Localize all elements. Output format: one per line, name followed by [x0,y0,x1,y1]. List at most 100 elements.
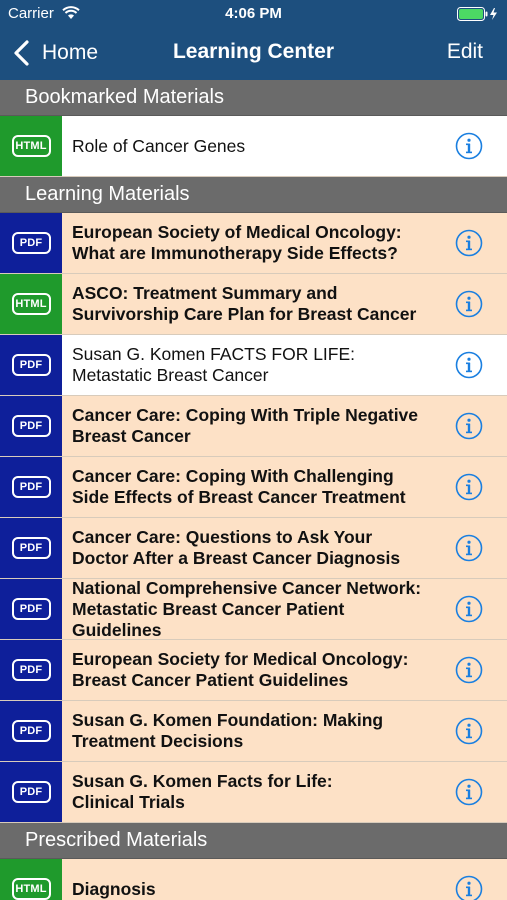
pdf-badge-icon: PDF [11,476,51,498]
material-title-line-2: Metastatic Breast Cancer Patient Guideli… [72,598,345,640]
material-row[interactable]: PDF Susan G. Komen Facts for Life: Clinica… [0,762,507,823]
material-title-line-2: Metastatic Breast Cancer [72,365,269,385]
material-title: Diagnosis [62,859,431,900]
html-badge-icon: HTML [11,878,51,900]
material-row[interactable]: HTML Role of Cancer Genes [0,116,507,177]
material-title-line-2: What are Immunotherapy Side Effects? [72,243,398,263]
material-title-line-2: Breast Cancer Patient Guidelines [72,670,349,690]
file-type-cell: PDF [0,762,62,822]
material-row[interactable]: PDF Susan G. Komen Foundation: Making Trea… [0,701,507,762]
material-title-line-1: National Comprehensive Cancer Network: [72,577,422,598]
status-time: 4:06 PM [225,5,282,22]
section-header: Prescribed Materials [0,823,507,859]
file-type-cell: PDF [0,396,62,456]
file-type-cell: PDF [0,335,62,395]
material-title: ASCO: Treatment Summary and Survivorship … [62,274,431,334]
info-icon [455,229,483,257]
material-row[interactable]: HTML ASCO: Treatment Summary and Survivors… [0,274,507,335]
pdf-badge-icon: PDF [11,659,51,681]
info-icon [455,717,483,745]
page-title: Learning Center [172,40,335,63]
materials-list: Bookmarked Materials HTML Role of Cancer G… [0,80,507,900]
material-title-line-1: Susan G. Komen Facts for Life: [72,771,333,791]
status-bar: Carrier 4:06 PM [0,0,507,28]
info-button[interactable] [431,457,507,517]
material-title: National Comprehensive Cancer Network: Me… [62,577,431,640]
section-header: Learning Materials [0,177,507,213]
info-button[interactable] [431,701,507,761]
info-button[interactable] [431,116,507,176]
info-icon [455,595,483,623]
navigation-bar: Home Learning Center Edit [0,28,507,80]
material-title-line-2: Side Effects of Breast Cancer Treatment [72,487,406,507]
material-title: Susan G. Komen Facts for Life: Clinical T… [62,762,431,822]
material-title-line-1: Cancer Care: Coping With Triple Negative [72,405,419,425]
material-row[interactable]: PDF European Society of Medical Oncology:… [0,213,507,274]
pdf-badge-icon: PDF [11,781,51,803]
pdf-badge-icon: PDF [11,415,51,437]
info-button[interactable] [431,762,507,822]
material-title-line-1: European Society of Medical Oncology: [72,222,402,242]
material-row[interactable]: PDF European Society for Medical Oncology… [0,640,507,701]
edit-button[interactable]: Edit [447,40,483,64]
file-type-cell: HTML [0,116,62,176]
material-title-line-1: Diagnosis [72,878,156,899]
material-title: Cancer Care: Coping With Triple Negative… [62,396,431,456]
material-row[interactable]: PDF Cancer Care: Questions to Ask Your Doc… [0,518,507,579]
file-type-cell: PDF [0,457,62,517]
info-button[interactable] [431,396,507,456]
material-row[interactable]: PDF Cancer Care: Coping With Challenging S… [0,457,507,518]
file-type-cell: PDF [0,518,62,578]
file-type-cell: HTML [0,274,62,334]
file-type-cell: HTML [0,859,62,900]
file-type-cell: PDF [0,701,62,761]
pdf-badge-icon: PDF [11,354,51,376]
info-icon [455,473,483,501]
info-button[interactable] [431,640,507,700]
html-badge-icon: HTML [11,293,51,315]
material-title: Role of Cancer Genes [62,116,431,176]
material-row[interactable]: PDF Cancer Care: Coping With Triple Negat… [0,396,507,457]
info-icon [455,875,483,900]
material-title-line-2: Treatment Decisions [72,731,244,751]
info-icon [455,412,483,440]
pdf-badge-icon: PDF [11,232,51,254]
pdf-badge-icon: PDF [11,598,51,620]
material-title-line-1: European Society for Medical Oncology: [72,649,409,669]
pdf-badge-icon: PDF [11,537,51,559]
battery-icon [457,7,497,21]
material-title: Susan G. Komen Foundation: Making Treatme… [62,701,431,761]
material-title-line-1: Cancer Care: Coping With Challenging [72,466,394,486]
info-icon [455,132,483,160]
material-title: Cancer Care: Questions to Ask Your Doctor… [62,518,431,578]
info-button[interactable] [431,213,507,273]
pdf-badge-icon: PDF [11,720,51,742]
info-button[interactable] [431,335,507,395]
info-button[interactable] [431,859,507,900]
info-icon [455,351,483,379]
material-title: European Society for Medical Oncology: Br… [62,640,431,700]
info-button[interactable] [431,518,507,578]
section-header: Bookmarked Materials [0,80,507,116]
file-type-cell: PDF [0,640,62,700]
material-title-line-2: Doctor After a Breast Cancer Diagnosis [72,548,401,568]
material-title-line-2: Survivorship Care Plan for Breast Cancer [72,304,417,324]
info-icon [455,778,483,806]
info-button[interactable] [431,579,507,639]
info-icon [455,656,483,684]
material-title-line-2: Clinical Trials [72,792,185,812]
file-type-cell: PDF [0,579,62,639]
material-title-line-1: Susan G. Komen Foundation: Making [72,710,384,730]
material-row[interactable]: PDF National Comprehensive Cancer Network… [0,577,507,640]
info-icon [455,290,483,318]
material-row[interactable]: PDF Susan G. Komen FACTS FOR LIFE: Metasta… [0,335,507,396]
material-row[interactable]: HTML Diagnosis [0,859,507,900]
material-title: European Society of Medical Oncology: Wha… [62,213,431,273]
info-icon [455,534,483,562]
material-title-line-1: Cancer Care: Questions to Ask Your [72,527,373,547]
material-title-line-1: Susan G. Komen FACTS FOR LIFE: [72,344,356,364]
info-button[interactable] [431,274,507,334]
material-title: Cancer Care: Coping With Challenging Side… [62,457,431,517]
material-title-line-2: Breast Cancer [72,426,191,446]
html-badge-icon: HTML [11,135,51,157]
